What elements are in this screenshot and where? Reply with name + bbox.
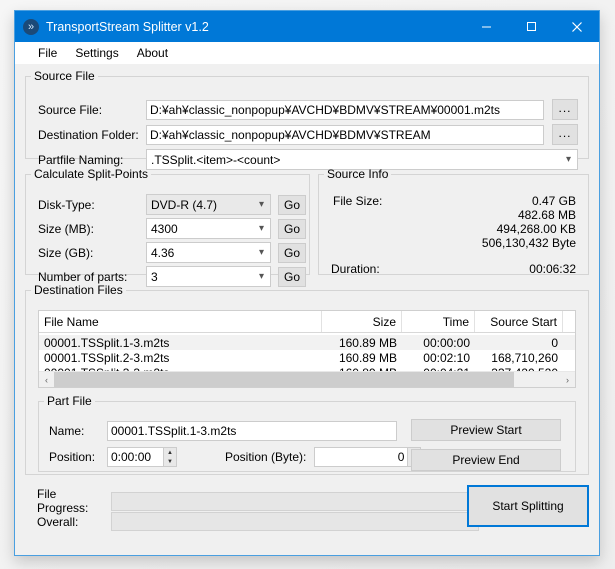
file-size-kb: 494,268.00 KB — [496, 222, 576, 236]
app-chevrons-icon: » — [23, 18, 39, 35]
scroll-left-icon[interactable]: ‹ — [39, 375, 54, 385]
column-header-size[interactable]: Size — [322, 311, 402, 332]
destination-folder-browse-button[interactable]: ... — [552, 124, 578, 145]
position-input[interactable] — [107, 447, 164, 467]
chevron-down-icon: ▾ — [565, 154, 572, 165]
spin-up-icon[interactable]: ▲ — [164, 448, 176, 457]
calculate-split-points-group: Calculate Split-Points Disk-Type: DVD-R … — [25, 167, 310, 287]
position-byte-label: Position (Byte): — [225, 450, 307, 464]
file-size-gb: 0.47 GB — [531, 194, 576, 208]
table-header-row: File Name Size Time Source Start — [39, 311, 575, 333]
window-title: TransportStream Splitter v1.2 — [46, 19, 209, 34]
maximize-icon[interactable] — [509, 11, 554, 42]
menu-bar: File Settings About — [15, 42, 599, 64]
cell-size: 160.89 MB — [338, 335, 397, 350]
destination-folder-label: Destination Folder: — [38, 127, 139, 142]
column-header-file-name[interactable]: File Name — [39, 311, 322, 332]
chevron-down-icon: ▾ — [258, 223, 265, 234]
number-of-parts-value: 3 — [151, 269, 158, 284]
part-file-legend: Part File — [47, 394, 92, 408]
menu-item-file[interactable]: File — [29, 44, 66, 62]
partfile-naming-label: Partfile Naming: — [38, 152, 124, 167]
file-size-label: File Size: — [333, 194, 383, 208]
source-file-label: Source File: — [38, 102, 103, 117]
source-file-group: Source File Source File: ... Destination… — [25, 69, 589, 170]
disk-type-value: DVD-R (4.7) — [151, 197, 218, 212]
table-row[interactable]: 00001.TSSplit.1-3.m2ts 160.89 MB 00:00:0… — [39, 335, 575, 350]
source-info-group: Source Info File Size: 0.47 GB 482.68 MB… — [318, 167, 589, 276]
menu-item-about[interactable]: About — [128, 44, 177, 62]
source-file-input[interactable] — [146, 99, 544, 120]
spin-down-icon[interactable]: ▼ — [164, 457, 176, 466]
title-bar: » TransportStream Splitter v1.2 — [15, 11, 599, 42]
destination-files-group: Destination Files File Name Size Time So… — [25, 283, 589, 475]
part-name-input[interactable] — [107, 421, 397, 441]
disk-type-label: Disk-Type: — [38, 197, 95, 212]
chevron-down-icon: ▾ — [258, 199, 265, 210]
table-row[interactable]: 00001.TSSplit.2-3.m2ts 160.89 MB 00:02:1… — [39, 350, 575, 365]
position-label: Position: — [49, 450, 96, 464]
split-points-legend: Calculate Split-Points — [34, 167, 149, 181]
source-file-legend: Source File — [34, 69, 95, 83]
destination-files-table[interactable]: File Name Size Time Source Start 00001.T… — [38, 310, 576, 388]
cell-file-name: 00001.TSSplit.1-3.m2ts — [44, 335, 170, 350]
window-controls — [464, 11, 599, 42]
cell-file-name: 00001.TSSplit.2-3.m2ts — [44, 350, 170, 365]
part-file-group: Part File Name: Position: ▲ ▼ Position (… — [38, 394, 576, 472]
source-file-browse-button[interactable]: ... — [552, 99, 578, 120]
minimize-icon[interactable] — [464, 11, 509, 42]
preview-start-button[interactable]: Preview Start — [411, 419, 561, 441]
cell-source-start: 0 — [551, 335, 558, 350]
column-header-source-start[interactable]: Source Start — [475, 311, 563, 332]
preview-end-button[interactable]: Preview End — [411, 449, 561, 471]
number-of-parts-label: Number of parts: — [38, 269, 128, 284]
horizontal-scrollbar[interactable]: ‹ › — [39, 371, 575, 387]
position-stepper[interactable]: ▲ ▼ — [164, 447, 177, 467]
destination-files-legend: Destination Files — [34, 283, 123, 297]
cell-size: 160.89 MB — [338, 350, 397, 365]
overall-progress-label: Overall: — [37, 514, 79, 529]
duration-label: Duration: — [331, 262, 380, 276]
scrollbar-thumb[interactable] — [54, 372, 514, 387]
file-progress-label: File Progress: — [37, 487, 89, 515]
size-mb-go-button[interactable]: Go — [278, 218, 306, 239]
size-gb-label: Size (GB): — [38, 245, 94, 260]
file-progress-bar — [111, 491, 479, 511]
scroll-right-icon[interactable]: › — [560, 375, 575, 385]
overall-progress-bar — [111, 512, 479, 531]
duration-value: 00:06:32 — [529, 262, 576, 276]
desktop-background: » TransportStream Splitter v1.2 File Set… — [0, 0, 615, 569]
cell-time: 00:02:10 — [423, 350, 470, 365]
chevron-down-icon: ▾ — [258, 247, 265, 258]
menu-item-settings[interactable]: Settings — [66, 44, 127, 62]
size-mb-value: 4300 — [151, 221, 178, 236]
position-byte-input[interactable] — [314, 447, 409, 467]
part-name-label: Name: — [49, 424, 85, 438]
size-gb-go-button[interactable]: Go — [278, 242, 306, 263]
size-mb-label: Size (MB): — [38, 221, 95, 236]
column-header-time[interactable]: Time — [402, 311, 475, 332]
client-area: Source File Source File: ... Destination… — [15, 64, 599, 555]
destination-folder-input[interactable] — [146, 124, 544, 145]
cell-source-start: 168,710,260 — [491, 350, 558, 365]
size-mb-combo[interactable]: 4300 ▾ — [146, 218, 271, 239]
file-size-bytes: 506,130,432 Byte — [481, 236, 576, 250]
disk-type-combo[interactable]: DVD-R (4.7) ▾ — [146, 194, 271, 215]
file-size-mb: 482.68 MB — [517, 208, 576, 222]
size-gb-value: 4.36 — [151, 245, 175, 260]
application-window: » TransportStream Splitter v1.2 File Set… — [14, 10, 600, 556]
source-info-legend: Source Info — [327, 167, 389, 181]
size-gb-combo[interactable]: 4.36 ▾ — [146, 242, 271, 263]
start-splitting-button[interactable]: Start Splitting — [467, 485, 589, 527]
chevron-down-icon: ▾ — [258, 271, 265, 282]
partfile-naming-value: .TSSplit.<item>-<count> — [151, 152, 281, 167]
close-icon[interactable] — [554, 11, 599, 42]
cell-time: 00:00:00 — [423, 335, 470, 350]
disk-type-go-button[interactable]: Go — [278, 194, 306, 215]
